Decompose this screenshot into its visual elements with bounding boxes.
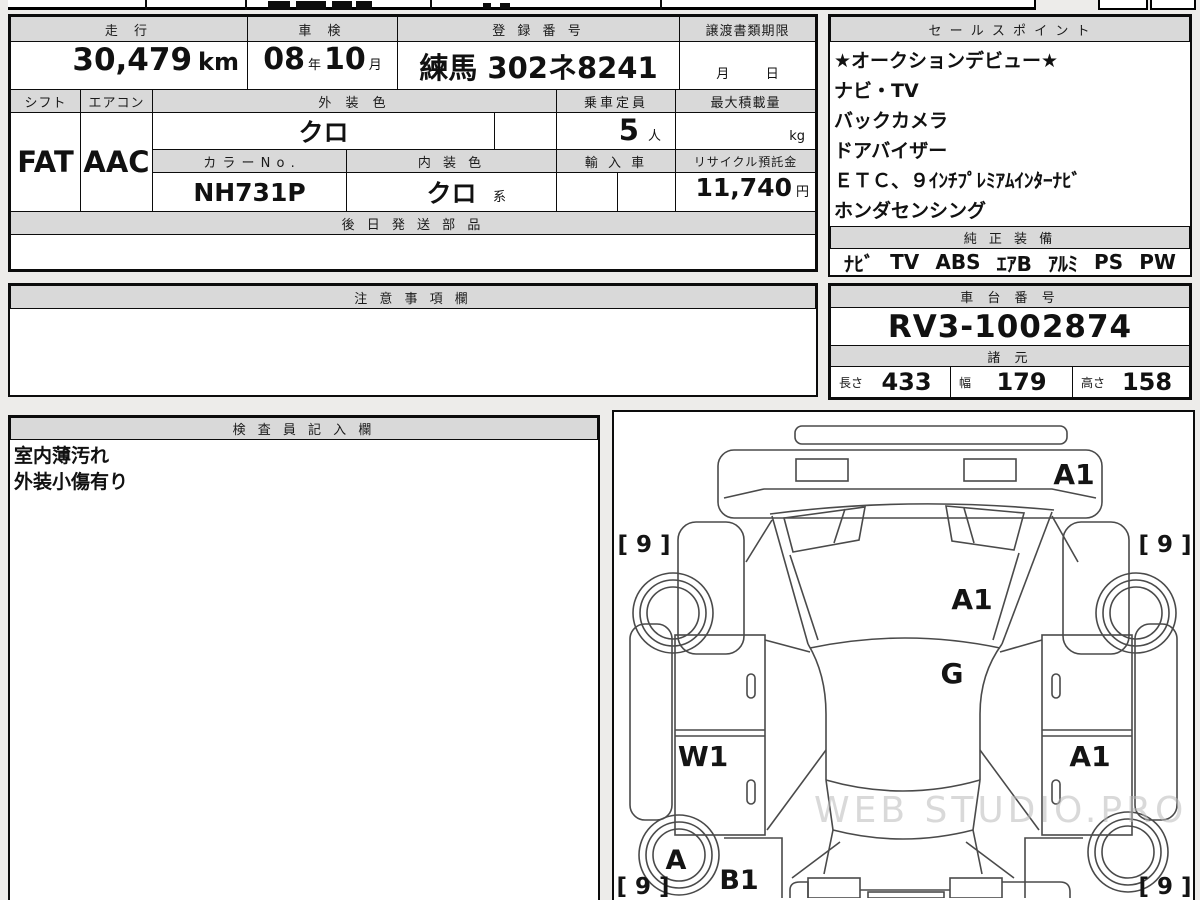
cropped-row-remnant [8,0,1036,10]
right-door-handle-rear [1051,779,1061,805]
capacity-header: 乗車定員 [556,89,676,113]
spec-width-cell: 幅 179 [950,366,1073,398]
grade-left-door: W1 [678,740,728,773]
shift-header: シフト [10,89,81,113]
right-door-handle-front [1051,673,1061,699]
grade-rear-left-quarter: B1 [719,865,758,896]
exterior-color-header: 外 装 色 [152,89,557,113]
chassis-specs-box: 車 台 番 号 RV3-1002874 諸 元 長さ 433 幅 179 高さ … [828,283,1192,400]
grade-hood: A1 [951,583,992,616]
import-value-cell-2 [617,172,676,212]
grade-right-door: A1 [1069,740,1110,773]
import-header: 輸 入 車 [556,149,676,173]
list-item: ｱﾙﾐ [1047,251,1078,276]
transfer-deadline-header: 譲渡書類期限 [679,16,816,42]
list-item: ﾅﾋﾞ [844,251,875,276]
tire-mark-rear-left: [ 9 ] [616,874,669,898]
car-right-doors [1041,634,1133,836]
list-item: PW [1139,250,1176,274]
list-item: ＥＴＣ、９ｲﾝﾁﾌﾟﾚﾐｱﾑｲﾝﾀｰﾅﾋﾞ [834,170,1082,192]
shaken-value: 08 年 10 月 [247,41,398,90]
interior-color-header: 内 装 色 [346,149,557,173]
mileage-header: 走 行 [10,16,248,42]
chassis-number-value: RV3-1002874 [830,307,1190,346]
spec-height-cell: 高さ 158 [1072,366,1190,398]
cropped-cell-remnant [1150,0,1196,10]
caution-notes-header: 注 意 事 項 欄 [10,285,816,309]
list-item: ★オークションデビュー★ [834,50,1059,72]
inspector-notes-box: 検 査 員 記 入 欄 室内薄汚れ外装小傷有り [8,415,600,900]
list-item: ナビ・TV [834,80,919,102]
left-door-handle-front [746,673,756,699]
recycle-deposit-value: 11,740 円 [675,172,816,212]
car-left-doors [674,634,766,836]
genuine-equipment-list: ﾅﾋﾞ TV ABS ｴｱB ｱﾙﾐ PS PW [830,249,1190,276]
inspector-notes-header: 検 査 員 記 入 欄 [10,417,598,440]
genuine-equipment-header: 純 正 装 備 [830,226,1190,249]
later-parts-value [10,234,816,270]
grade-rear-left-wheel: A [666,845,687,876]
registration-header: 登 録 番 号 [397,16,680,42]
color-no-header: カ ラ ー N o . [152,149,347,173]
shaken-header: 車 検 [247,16,398,42]
grade-front-bumper: A1 [1053,458,1094,491]
transfer-deadline-value: 月 日 [679,41,816,90]
exterior-color-empty-cell [494,112,557,150]
tire-mark-front-left: [ 9 ] [617,532,670,558]
auction-sheet: { "colors": {"header_bg": "#d9d9d9", "bo… [0,0,1200,900]
spec-length-cell: 長さ 433 [830,366,951,398]
interior-color-value: クロ 系 [346,172,557,212]
wheel-front-right [1095,572,1177,654]
specs-header: 諸 元 [830,345,1190,367]
color-no-value: NH731P [152,172,347,212]
max-load-header: 最大積載量 [675,89,816,113]
aircon-header: エアコン [80,89,153,113]
vehicle-data-table: 走 行 車 検 登 録 番 号 譲渡書類期限 30,479 km 08 年 10… [8,14,818,272]
car-diagram-box: A1 A1 G W1 A1 A B1 [ 9 ] [ 9 ] [ 9 ] [ 9… [612,410,1195,900]
tire-mark-front-right: [ 9 ] [1138,532,1191,558]
exterior-color-value: クロ [152,112,495,150]
list-item: ホンダセンシング [834,200,987,222]
chassis-number-header: 車 台 番 号 [830,285,1190,308]
aircon-value: AAC [80,112,153,212]
cropped-cell-remnant [1098,0,1148,10]
list-item: ドアバイザー [834,140,948,162]
caution-notes-box: 注 意 事 項 欄 [8,283,818,397]
registration-value: 練馬 302ネ8241 [397,41,680,90]
later-parts-header: 後 日 発 送 部 品 [10,211,816,235]
list-item: 外装小傷有り [14,471,129,493]
list-item: TV [890,250,920,274]
sales-points-box: セ ー ル ス ポ イ ン ト ★オークションデビュー★ ナビ・TV バックカメラド… [828,14,1192,277]
wheel-front-left [632,572,714,654]
car-outline-diagram: A1 A1 G W1 A1 A B1 [ 9 ] [ 9 ] [ 9 ] [ 9… [616,425,1192,898]
list-item: PS [1094,250,1124,274]
sales-points-list: ★オークションデビュー★ ナビ・TV バックカメラ ドアバイザー ＥＴＣ、９ｲﾝﾁﾌﾟﾚ… [834,46,1188,224]
sales-points-header: セ ー ル ス ポ イ ン ト [830,16,1190,42]
car-rear-right-quarter [1024,837,1083,898]
tire-mark-rear-right: [ 9 ] [1138,874,1191,898]
caution-notes-area [10,309,816,395]
max-load-value: kg [675,112,816,150]
left-door-handle-rear [746,779,756,805]
list-item: ｴｱB [996,251,1032,276]
list-item: 室内薄汚れ [14,445,110,467]
list-item: ABS [935,250,981,274]
import-value-cell-1 [556,172,618,212]
list-item: バックカメラ [834,110,949,132]
shift-value: FAT [10,112,81,212]
grade-windshield: G [941,657,964,690]
mileage-value: 30,479 km [10,41,248,90]
recycle-deposit-header: リサイクル預託金 [675,149,816,173]
car-left-sill [629,623,673,821]
inspector-notes-lines: 室内薄汚れ外装小傷有り [14,443,594,495]
car-front-bumper [717,449,1103,519]
car-front-bar [794,425,1068,445]
capacity-value: 5 人 [556,112,676,150]
